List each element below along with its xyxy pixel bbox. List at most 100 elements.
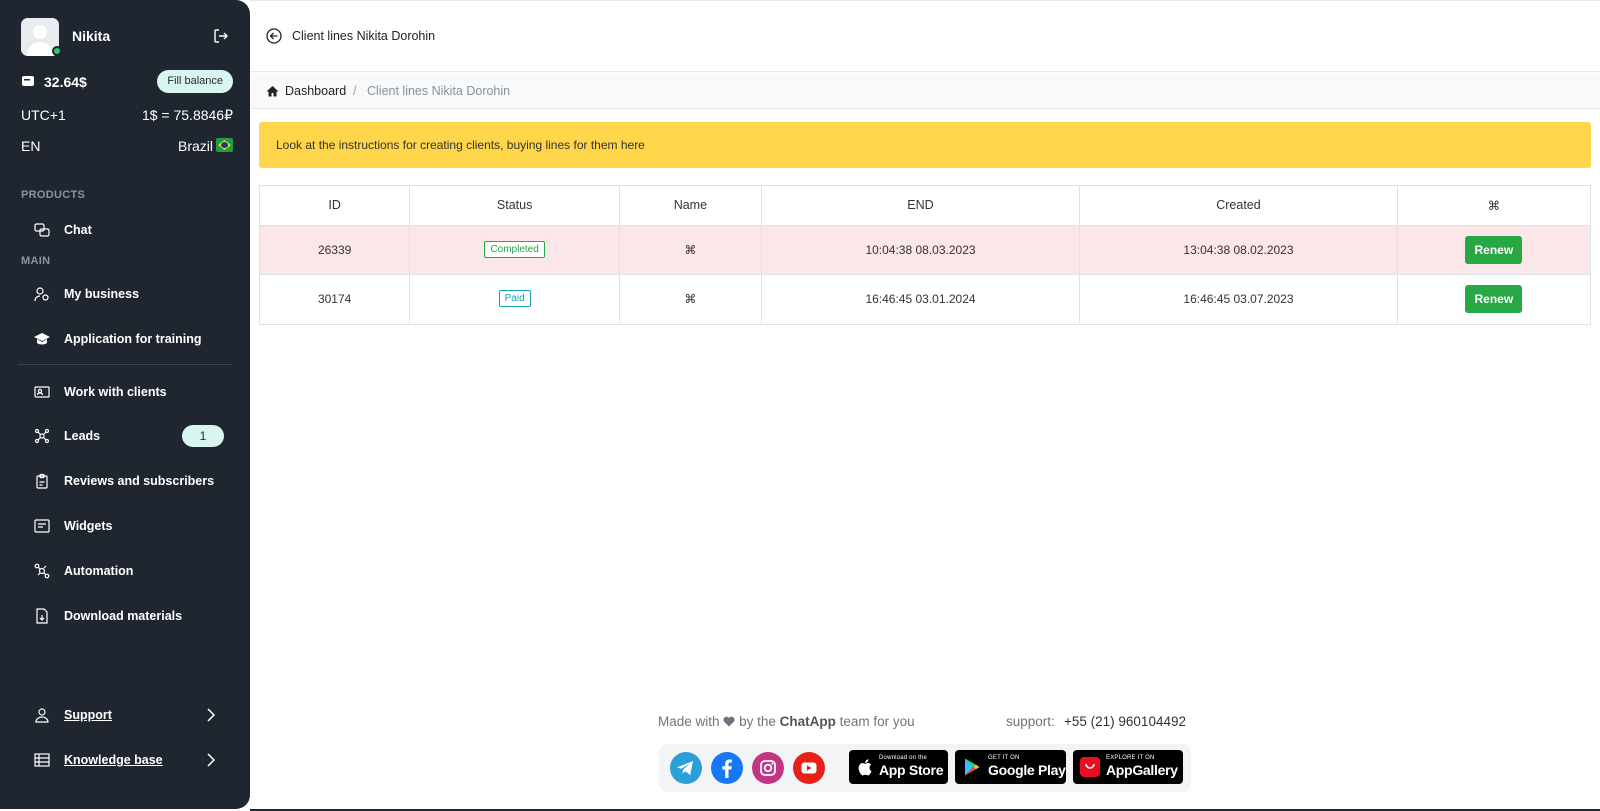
column-header-name[interactable]: Name	[619, 186, 762, 226]
breadcrumb-separator: /	[353, 84, 357, 98]
client-lines-table: ID Status Name END Created ⌘ 26339 Compl…	[259, 185, 1591, 325]
profile-name: Nikita	[72, 28, 111, 44]
footer-made-with: Made with	[658, 714, 720, 729]
contact-card-icon	[34, 384, 50, 400]
google-play-small-text: GET IT ON	[988, 755, 1020, 761]
youtube-icon[interactable]	[793, 752, 825, 784]
column-header-id[interactable]: ID	[260, 186, 411, 226]
chevron-right-icon	[207, 708, 216, 722]
footer-by-the: by the	[739, 714, 776, 729]
cell-end: 10:04:38 08.03.2023	[761, 225, 1081, 275]
cell-name: ⌘	[619, 274, 762, 323]
instructions-alert: Look at the instructions for creating cl…	[259, 122, 1591, 168]
section-products: PRODUCTS	[21, 189, 86, 201]
column-header-status[interactable]: Status	[409, 186, 620, 226]
sidebar-item-label: My business	[64, 287, 140, 301]
facebook-icon[interactable]	[711, 752, 743, 784]
app-gallery-button[interactable]: EXPLORE IT ON AppGallery	[1073, 750, 1183, 784]
app-store-small-text: Download on the	[879, 755, 928, 761]
sidebar-item-work-clients[interactable]: Work with clients	[34, 374, 224, 410]
google-play-label: Google Play	[988, 762, 1066, 778]
section-main: MAIN	[21, 255, 51, 267]
status-badge: Completed	[484, 241, 545, 258]
clipboard-icon	[34, 473, 50, 489]
user-gear-icon	[34, 286, 50, 302]
sidebar-item-chat[interactable]: Chat	[34, 212, 224, 248]
sidebar-item-widgets[interactable]: Widgets	[34, 508, 224, 544]
instagram-icon[interactable]	[752, 752, 784, 784]
balance-row: 32.64$ Fill balance	[21, 70, 233, 94]
automation-icon	[34, 563, 50, 579]
cell-id: 30174	[260, 274, 411, 323]
sidebar-item-automation[interactable]: Automation	[34, 553, 224, 589]
cell-id: 26339	[260, 225, 411, 275]
instructions-link[interactable]: Look at the instructions for creating cl…	[276, 138, 645, 152]
app-gallery-small-text: EXPLORE IT ON	[1106, 755, 1155, 761]
sidebar-item-leads[interactable]: Leads 1	[34, 418, 224, 454]
back-arrow-icon[interactable]	[266, 28, 282, 44]
wallet-icon	[22, 76, 34, 86]
sidebar-item-label: Work with clients	[64, 385, 167, 399]
table-list-icon	[34, 752, 50, 768]
cell-created: 13:04:38 08.02.2023	[1079, 225, 1398, 275]
renew-button[interactable]: Renew	[1465, 284, 1523, 313]
app-gallery-label: AppGallery	[1106, 762, 1178, 778]
logout-icon[interactable]	[212, 27, 230, 45]
table-row: 30174 Paid ⌘ 16:46:45 03.01.2024 16:46:4…	[260, 274, 1590, 323]
renew-button[interactable]: Renew	[1465, 235, 1523, 264]
exchange-rate: 1$ = 75.8846₽	[141, 107, 233, 123]
huawei-appgallery-icon	[1080, 757, 1100, 777]
sidebar-divider	[18, 364, 232, 365]
sidebar-item-support[interactable]: Support	[34, 697, 224, 733]
sidebar-item-knowledge[interactable]: Knowledge base	[34, 742, 224, 778]
widget-icon	[34, 518, 50, 534]
sidebar-item-label: Leads	[64, 429, 101, 443]
file-download-icon	[34, 608, 50, 624]
fill-balance-button[interactable]: Fill balance	[157, 70, 233, 93]
sidebar-item-label: Support	[64, 708, 112, 722]
breadcrumb-dashboard[interactable]: Dashboard	[285, 84, 346, 98]
sidebar-item-label: Automation	[64, 564, 134, 578]
chat-icon	[34, 222, 50, 238]
cell-name: ⌘	[619, 225, 762, 275]
sidebar: Nikita 32.64$ Fill balance UTC+1 1$ = 75…	[0, 0, 250, 809]
app-store-label: App Store	[879, 762, 944, 778]
timezone[interactable]: UTC+1	[21, 107, 66, 123]
user-icon	[34, 707, 50, 723]
page-header: Client lines Nikita Dorohin	[250, 0, 1600, 72]
google-play-button[interactable]: GET IT ON Google Play	[955, 750, 1066, 784]
app-store-button[interactable]: Download on the App Store	[849, 750, 948, 784]
sidebar-item-label: Application for training	[64, 332, 202, 346]
table-header-row: ID Status Name END Created ⌘	[260, 186, 1590, 226]
cell-action: Renew	[1397, 274, 1590, 323]
country-selector[interactable]: Brazil	[178, 138, 213, 154]
google-play-icon	[965, 758, 980, 776]
footer-team: team for you	[839, 714, 915, 729]
chevron-right-icon	[207, 753, 216, 767]
brazil-flag-icon	[216, 138, 233, 152]
sidebar-item-training[interactable]: Application for training	[34, 321, 224, 357]
sidebar-item-label: Download materials	[64, 609, 183, 623]
language-selector[interactable]: EN	[21, 138, 40, 154]
sidebar-item-label: Reviews and subscribers	[64, 474, 215, 488]
network-icon	[34, 428, 50, 444]
column-header-created[interactable]: Created	[1079, 186, 1398, 226]
status-badge: Paid	[498, 290, 531, 308]
column-header-end[interactable]: END	[761, 186, 1081, 226]
sidebar-item-reviews[interactable]: Reviews and subscribers	[34, 463, 224, 499]
heart-icon	[723, 716, 735, 727]
support-phone[interactable]: +55 (21) 960104492	[1064, 714, 1186, 729]
home-icon	[266, 86, 279, 97]
apple-icon	[858, 759, 872, 776]
leads-count-badge: 1	[182, 425, 224, 447]
cell-created: 16:46:45 03.07.2023	[1079, 274, 1398, 323]
online-status-dot	[52, 46, 62, 56]
sidebar-item-my-business[interactable]: My business	[34, 276, 224, 312]
cell-end: 16:46:45 03.01.2024	[761, 274, 1081, 323]
telegram-icon[interactable]	[670, 752, 702, 784]
profile: Nikita	[21, 18, 233, 56]
footer-credit: Made with by the ChatApp team for you	[658, 714, 915, 729]
sidebar-item-download[interactable]: Download materials	[34, 598, 224, 634]
sidebar-item-label: Knowledge base	[64, 753, 163, 767]
footer-brand: ChatApp	[779, 714, 836, 729]
